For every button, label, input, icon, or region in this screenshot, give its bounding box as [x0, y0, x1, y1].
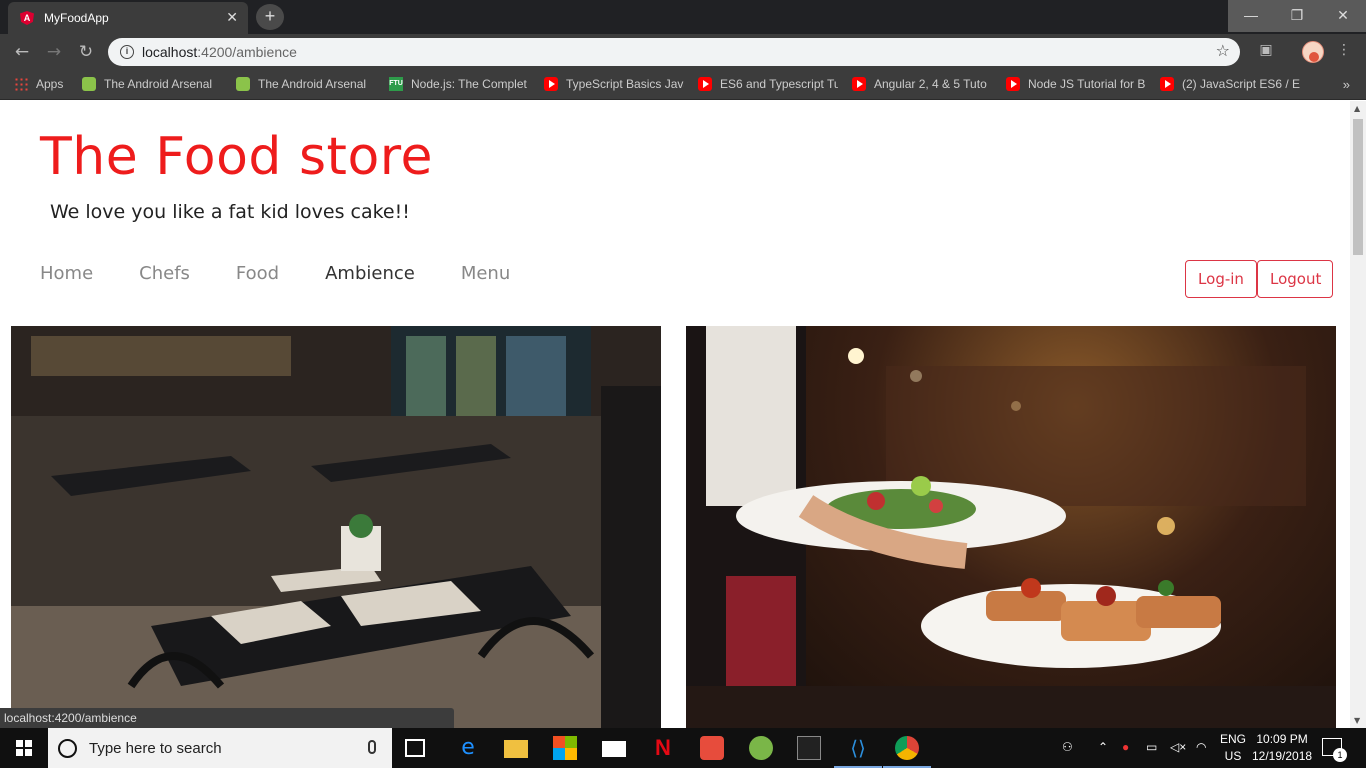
extension-icon[interactable]: ▣	[1256, 42, 1276, 58]
new-tab-button[interactable]: +	[256, 4, 284, 30]
terminal-icon[interactable]	[797, 736, 821, 760]
start-button[interactable]	[0, 728, 48, 768]
popcorn-icon[interactable]	[700, 736, 724, 760]
language-indicator[interactable]: ENG US	[1220, 731, 1246, 765]
android-icon	[82, 77, 96, 91]
taskbar-search[interactable]: Type here to search	[48, 728, 392, 768]
mail-icon[interactable]	[602, 741, 626, 757]
people-icon[interactable]: ⚇	[1062, 740, 1073, 754]
microphone-icon[interactable]	[368, 740, 376, 754]
page-content: The Food store We love you like a fat ki…	[0, 101, 1350, 728]
main-nav: Home Chefs Food Ambience Menu	[40, 263, 556, 284]
restore-button[interactable]: ❐	[1274, 0, 1320, 32]
close-window-button[interactable]: ✕	[1320, 0, 1366, 32]
minimize-button[interactable]: —	[1228, 0, 1274, 32]
info-icon[interactable]: i	[120, 45, 134, 59]
windows-taskbar: Type here to search e N ⟨⟩ ⚇ ⌃ ● ▭ ◁× ◠ …	[0, 728, 1366, 768]
battery-icon[interactable]: ▭	[1146, 740, 1157, 754]
cortana-icon	[58, 738, 77, 758]
youtube-icon	[698, 77, 712, 91]
waiter-plates-photo	[686, 326, 1336, 728]
netflix-icon[interactable]: N	[651, 736, 675, 760]
ftu-icon: FTU	[389, 77, 403, 91]
site-tagline: We love you like a fat kid loves cake!!	[50, 201, 410, 223]
youtube-icon	[1006, 77, 1020, 91]
bookmark-star-icon[interactable]: ☆	[1216, 41, 1230, 60]
nav-chefs[interactable]: Chefs	[139, 263, 190, 284]
angular-icon: A	[20, 11, 34, 25]
nav-ambience[interactable]: Ambience	[325, 263, 415, 284]
android-icon	[236, 77, 250, 91]
edge-icon[interactable]: e	[456, 736, 480, 760]
bookmarks-bar: Apps The Android Arsenal The Android Ars…	[0, 70, 1366, 100]
profile-avatar[interactable]	[1302, 41, 1324, 63]
menu-icon[interactable]: ⋮	[1334, 42, 1354, 58]
vscode-icon[interactable]: ⟨⟩	[834, 736, 882, 768]
clock[interactable]: 10:09 PM 12/19/2018	[1252, 731, 1312, 765]
page-scrollbar[interactable]: ▲ ▼	[1350, 101, 1366, 728]
reload-icon[interactable]: ↻	[76, 42, 96, 62]
bookmarks-overflow-icon[interactable]: »	[1343, 77, 1350, 92]
youtube-icon	[852, 77, 866, 91]
volume-muted-icon[interactable]: ◁×	[1170, 740, 1186, 754]
task-view-icon[interactable]	[405, 739, 425, 757]
browser-titlebar: A MyFoodApp ✕ + — ❐ ✕	[0, 0, 1366, 34]
link-status-bubble: localhost:4200/ambience	[0, 708, 454, 728]
antivirus-icon[interactable]: ●	[1122, 740, 1129, 754]
chrome-icon[interactable]	[883, 736, 931, 768]
browser-toolbar: ← → ↻ i localhost:4200/ambience ☆ ▣ ⋮	[0, 34, 1366, 70]
nav-home[interactable]: Home	[40, 263, 93, 284]
youtube-icon	[544, 77, 558, 91]
bookmark-apps[interactable]: Apps	[14, 77, 74, 91]
wifi-icon[interactable]: ◠	[1196, 740, 1206, 754]
bookmark-item[interactable]: Node JS Tutorial for B	[1006, 77, 1146, 91]
scrollbar-thumb[interactable]	[1353, 119, 1363, 255]
bookmark-item[interactable]: TypeScript Basics Java	[544, 77, 684, 91]
address-bar[interactable]: i localhost:4200/ambience ☆	[108, 38, 1240, 66]
bookmark-item[interactable]: Angular 2, 4 & 5 Tuto	[852, 77, 992, 91]
youtube-icon	[1160, 77, 1174, 91]
logout-button[interactable]: Logout	[1257, 260, 1333, 298]
store-icon[interactable]	[553, 736, 577, 760]
browser-tab[interactable]: A MyFoodApp ✕	[8, 2, 248, 34]
windows-logo-icon	[16, 740, 32, 756]
taskbar-search-text: Type here to search	[89, 739, 222, 757]
file-explorer-icon[interactable]	[504, 740, 528, 758]
apps-icon	[14, 77, 28, 91]
site-brand: The Food store	[40, 127, 433, 187]
back-icon[interactable]: ←	[12, 42, 32, 62]
notification-badge: 1	[1333, 748, 1347, 762]
login-button[interactable]: Log-in	[1185, 260, 1257, 298]
android-studio-icon[interactable]	[749, 736, 773, 760]
bookmark-item[interactable]: The Android Arsenal	[236, 77, 376, 91]
nav-food[interactable]: Food	[236, 263, 279, 284]
bookmark-item[interactable]: FTU Node.js: The Complet	[389, 77, 529, 91]
scroll-down-icon[interactable]: ▼	[1354, 716, 1360, 725]
restaurant-interior-photo	[11, 326, 661, 728]
scroll-up-icon[interactable]: ▲	[1354, 104, 1360, 113]
bookmark-item[interactable]: The Android Arsenal	[82, 77, 222, 91]
bookmark-item[interactable]: ES6 and Typescript Tu	[698, 77, 838, 91]
url-text[interactable]: localhost:4200/ambience	[142, 44, 297, 60]
close-tab-icon[interactable]: ✕	[226, 9, 238, 26]
tab-title: MyFoodApp	[44, 11, 109, 25]
nav-menu[interactable]: Menu	[461, 263, 510, 284]
tray-expand-icon[interactable]: ⌃	[1098, 740, 1108, 754]
bookmark-item[interactable]: (2) JavaScript ES6 / ES	[1160, 77, 1300, 91]
forward-icon[interactable]: →	[44, 42, 64, 62]
